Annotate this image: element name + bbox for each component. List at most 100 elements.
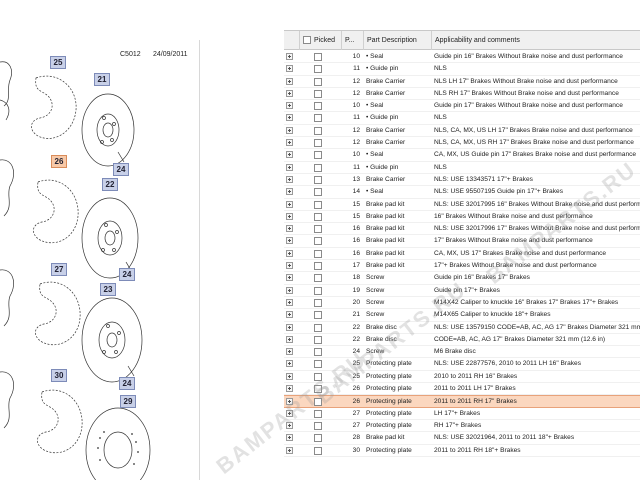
expand-toggle[interactable]: [286, 383, 298, 395]
picked-checkbox[interactable]: [314, 200, 322, 209]
picked-cell[interactable]: [314, 63, 326, 75]
picked-checkbox[interactable]: [314, 151, 322, 160]
picked-checkbox[interactable]: [314, 446, 322, 455]
table-row[interactable]: 16 Brake pad kit CA, MX, US 17" Brakes Bra…: [284, 248, 640, 261]
table-row[interactable]: 28 Brake pad kit NLS: USE 32021964, 2011 t…: [284, 432, 640, 445]
table-row[interactable]: 26 Protecting plate 2011 to 2011 RH 17" Br…: [284, 395, 640, 408]
picked-checkbox[interactable]: [314, 298, 322, 307]
picked-checkbox[interactable]: [314, 286, 322, 295]
picked-cell[interactable]: [314, 358, 326, 370]
table-row[interactable]: 11 • Guide pin NLS: [284, 112, 640, 125]
table-row[interactable]: 22 Brake disc NLS: USE 13579150 CODE=AB, A…: [284, 322, 640, 334]
table-row[interactable]: 10 • Seal CA, MX, US Guide pin 17" Brakes …: [284, 149, 640, 162]
table-row[interactable]: 12 Brake Carrier NLS LH 17" Brakes Without…: [284, 76, 640, 88]
picked-checkbox[interactable]: [314, 212, 322, 221]
callout-27[interactable]: 27: [51, 263, 67, 276]
picked-checkbox[interactable]: [314, 360, 322, 369]
table-row[interactable]: 22 Brake disc CODE=AB, AC, AG 17" Brakes D…: [284, 334, 640, 347]
table-row[interactable]: 19 Screw Guide pin 17"+ Brakes: [284, 285, 640, 297]
picked-checkbox[interactable]: [314, 335, 322, 344]
picked-cell[interactable]: [314, 309, 326, 321]
picked-checkbox[interactable]: [314, 225, 322, 234]
picked-checkbox[interactable]: [314, 274, 322, 283]
table-row[interactable]: 25 Protecting plate 2010 to 2011 RH 16" Br…: [284, 371, 640, 384]
picked-cell[interactable]: [314, 235, 326, 247]
picked-cell[interactable]: [314, 137, 326, 149]
expand-toggle[interactable]: [286, 297, 298, 309]
picked-checkbox[interactable]: [314, 385, 322, 394]
callout-24[interactable]: 24: [119, 377, 135, 390]
expand-toggle[interactable]: [286, 223, 298, 235]
picked-checkbox[interactable]: [314, 139, 322, 148]
table-row[interactable]: 27 Protecting plate RH 17"+ Brakes: [284, 420, 640, 433]
picked-checkbox[interactable]: [314, 323, 322, 332]
callout-25[interactable]: 25: [50, 56, 66, 69]
picked-checkbox[interactable]: [314, 65, 322, 74]
table-row[interactable]: 30 Protecting plate 2011 to 2011 RH 18"+ B…: [284, 445, 640, 457]
picked-checkbox[interactable]: [314, 89, 322, 98]
expand-toggle[interactable]: [286, 358, 298, 370]
picked-checkbox[interactable]: [314, 311, 322, 320]
picked-checkbox[interactable]: [314, 77, 322, 86]
picked-cell[interactable]: [314, 162, 326, 174]
callout-29[interactable]: 29: [120, 395, 136, 408]
picked-cell[interactable]: [314, 125, 326, 137]
picked-checkbox[interactable]: [314, 249, 322, 258]
table-row[interactable]: 16 Brake pad kit 17" Brakes Without Brake …: [284, 235, 640, 248]
select-all-checkbox[interactable]: [303, 36, 311, 45]
table-row[interactable]: 12 Brake Carrier NLS, CA, MX, US RH 17" Br…: [284, 137, 640, 150]
picked-checkbox[interactable]: [314, 434, 322, 443]
picked-cell[interactable]: [314, 297, 326, 309]
expand-toggle[interactable]: [286, 309, 298, 321]
expand-toggle[interactable]: [286, 63, 298, 75]
callout-30[interactable]: 30: [51, 369, 67, 382]
callout-22[interactable]: 22: [102, 178, 118, 191]
callout-24[interactable]: 24: [113, 163, 129, 176]
picked-cell[interactable]: [314, 432, 326, 444]
picked-cell[interactable]: [314, 149, 326, 161]
picked-cell[interactable]: [314, 51, 326, 63]
picked-checkbox[interactable]: [314, 53, 322, 61]
table-row[interactable]: 12 Brake Carrier NLS RH 17" Brakes Without…: [284, 88, 640, 101]
expand-toggle[interactable]: [286, 112, 298, 124]
expand-toggle[interactable]: [286, 396, 298, 408]
expand-toggle[interactable]: [286, 445, 298, 457]
callout-24[interactable]: 24: [119, 268, 135, 281]
picked-cell[interactable]: [314, 396, 326, 408]
picked-checkbox[interactable]: [314, 114, 322, 123]
table-row[interactable]: 15 Brake pad kit NLS: USE 32017995 16" Bra…: [284, 199, 640, 211]
picked-cell[interactable]: [314, 100, 326, 112]
table-row[interactable]: 26 Protecting plate 2011 to 2011 LH 17" Br…: [284, 383, 640, 396]
expand-toggle[interactable]: [286, 186, 298, 198]
expand-toggle[interactable]: [286, 149, 298, 161]
expand-toggle[interactable]: [286, 125, 298, 137]
picked-checkbox[interactable]: [314, 126, 322, 135]
picked-checkbox[interactable]: [314, 398, 322, 407]
picked-cell[interactable]: [314, 285, 326, 297]
table-row[interactable]: 21 Screw M14X65 Caliper to knuckle 18"+ Br…: [284, 309, 640, 322]
table-row[interactable]: 17 Brake pad kit 17"+ Brakes Without Brake…: [284, 260, 640, 273]
expand-toggle[interactable]: [286, 432, 298, 444]
callout-23[interactable]: 23: [100, 283, 116, 296]
expand-toggle[interactable]: [286, 346, 298, 358]
expand-toggle[interactable]: [286, 322, 298, 334]
expand-toggle[interactable]: [286, 371, 298, 383]
expand-toggle[interactable]: [286, 285, 298, 297]
picked-cell[interactable]: [314, 186, 326, 198]
callout-21[interactable]: 21: [94, 73, 110, 86]
picked-cell[interactable]: [314, 88, 326, 100]
picked-cell[interactable]: [314, 420, 326, 432]
expand-toggle[interactable]: [286, 334, 298, 346]
picked-checkbox[interactable]: [314, 262, 322, 271]
expand-toggle[interactable]: [286, 248, 298, 260]
picked-cell[interactable]: [314, 346, 326, 358]
table-row[interactable]: 10 • Seal Guide pin 17" Brakes Without Bra…: [284, 100, 640, 113]
table-row[interactable]: 15 Brake pad kit 16" Brakes Without Brake …: [284, 211, 640, 224]
header-part-description[interactable]: Part Description: [364, 31, 432, 50]
expand-toggle[interactable]: [286, 408, 298, 420]
table-row[interactable]: 12 Brake Carrier NLS, CA, MX, US LH 17" Br…: [284, 125, 640, 138]
expand-toggle[interactable]: [286, 211, 298, 223]
header-applicability[interactable]: Applicability and comments: [432, 31, 640, 50]
picked-cell[interactable]: [314, 248, 326, 260]
picked-cell[interactable]: [314, 76, 326, 88]
